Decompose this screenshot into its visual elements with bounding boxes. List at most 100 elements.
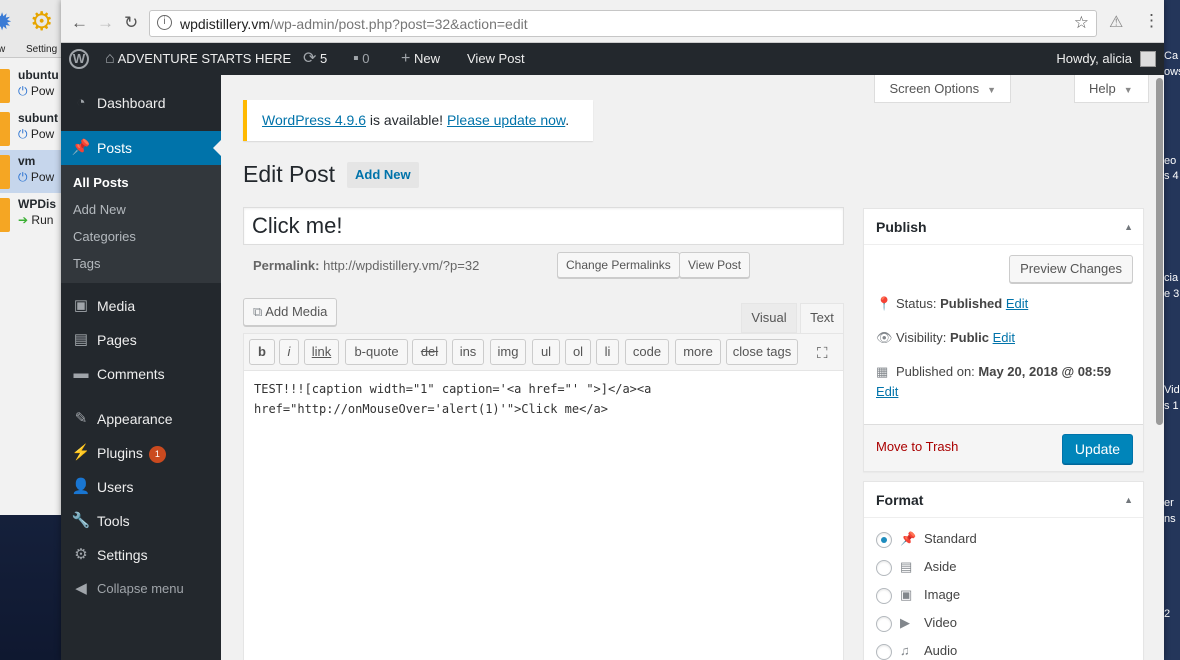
extension-icon[interactable]: ⚠ — [1109, 12, 1123, 32]
vm-toolbar: ✹ w ⚙ Setting — [0, 0, 61, 58]
vm-list-item[interactable]: subunt ⏻ Pow — [0, 107, 61, 150]
vm-list-item[interactable]: WPDis ➔ Run — [0, 193, 61, 236]
edit-visibility-link[interactable]: Edit — [993, 330, 1015, 345]
page-scrollbar[interactable] — [1155, 75, 1164, 425]
submenu-add-new[interactable]: Add New — [61, 196, 221, 223]
sidebar-item-appearance[interactable]: ✎ Appearance — [61, 402, 221, 436]
media-icon: ⧉ — [253, 304, 263, 319]
add-new-button[interactable]: Add New — [347, 162, 419, 188]
new-content-link[interactable]: + New — [401, 43, 440, 75]
radio[interactable] — [876, 643, 892, 660]
image-icon: ▣ — [900, 587, 913, 602]
vm-list-item-selected[interactable]: vm ⏻ Pow — [0, 150, 61, 193]
sidebar-item-dashboard[interactable]: ◔ Dashboard — [61, 86, 221, 120]
browser-toolbar: ← → ↻ i wpdistillery.vm/wp-admin/post.ph… — [61, 0, 1164, 43]
qt-close-tags-button[interactable]: close tags — [726, 339, 798, 365]
site-name-link[interactable]: ⌂ ADVENTURE STARTS HERE — [105, 43, 291, 75]
power-icon: ⏻ — [18, 170, 28, 184]
view-post-button[interactable]: View Post — [679, 252, 751, 278]
sidebar-item-posts[interactable]: 📌 Posts — [61, 131, 221, 165]
info-icon[interactable]: i — [157, 15, 172, 30]
publish-box-header[interactable]: Publish ▲ — [864, 209, 1143, 245]
qt-code-button[interactable]: code — [625, 339, 669, 365]
qt-bold-button[interactable]: b — [249, 339, 275, 365]
qt-bquote-button[interactable]: b-quote — [345, 339, 408, 365]
permalink-url[interactable]: http://wpdistillery.vm/?p=32 — [323, 258, 479, 273]
tab-visual[interactable]: Visual — [741, 303, 797, 333]
screen-options-tab[interactable]: Screen Options ▼ — [874, 75, 1011, 103]
preview-changes-button[interactable]: Preview Changes — [1009, 255, 1133, 283]
pushpin-icon: 📌 — [71, 139, 91, 156]
help-tab[interactable]: Help ▼ — [1074, 75, 1149, 103]
radio[interactable] — [876, 615, 892, 632]
reload-icon[interactable]: ↻ — [124, 13, 138, 33]
address-bar[interactable]: i wpdistillery.vm/wp-admin/post.php?post… — [149, 10, 1097, 37]
bg-text: Ca — [1164, 50, 1179, 62]
posts-submenu: All Posts Add New Categories Tags — [61, 165, 221, 283]
submenu-all-posts[interactable]: All Posts — [61, 169, 221, 196]
aside-icon: ▤ — [900, 559, 913, 574]
scrollbar-thumb[interactable] — [1156, 78, 1163, 425]
updates-link[interactable]: ⟳ 5 — [303, 43, 327, 75]
qt-ins-button[interactable]: ins — [452, 339, 484, 365]
vm-status: ➔ Run — [18, 213, 54, 227]
post-title-input[interactable]: Click me! — [243, 207, 844, 245]
fullscreen-icon[interactable]: ⛶ — [817, 345, 828, 362]
submenu-categories[interactable]: Categories — [61, 223, 221, 250]
edit-status-link[interactable]: Edit — [1006, 296, 1028, 311]
tab-text[interactable]: Text — [800, 303, 844, 333]
qt-li-button[interactable]: li — [596, 339, 619, 365]
format-option-image[interactable]: ▣ Image — [876, 585, 960, 605]
collapse-menu-button[interactable]: ◀ Collapse menu — [61, 572, 221, 606]
qt-more-button[interactable]: more — [675, 339, 721, 365]
avatar[interactable] — [1140, 51, 1156, 67]
comments-link[interactable]: ▪ 0 — [353, 43, 370, 75]
status-row: 📍 Status: Published Edit — [876, 296, 1029, 311]
qt-img-button[interactable]: img — [490, 339, 526, 365]
qt-link-button[interactable]: link — [304, 339, 339, 365]
move-to-trash-link[interactable]: Move to Trash — [876, 439, 958, 454]
format-option-standard[interactable]: 📌 Standard — [876, 529, 977, 549]
qt-del-button[interactable]: del — [412, 339, 447, 365]
sidebar-item-plugins[interactable]: ⚡ Plugins 1 — [61, 436, 221, 470]
collapse-toggle-icon[interactable]: ▲ — [1124, 209, 1133, 245]
submenu-tags[interactable]: Tags — [61, 250, 221, 277]
back-icon[interactable]: ← — [71, 13, 88, 33]
wordpress-logo-icon[interactable]: W — [69, 49, 89, 69]
calendar-icon: ▦ — [876, 364, 889, 379]
format-option-video[interactable]: ▶ Video — [876, 613, 957, 633]
view-post-link[interactable]: View Post — [467, 43, 525, 75]
sidebar-item-users[interactable]: 👤 Users — [61, 470, 221, 504]
sidebar-item-pages[interactable]: ▤ Pages — [61, 323, 221, 357]
sidebar-item-comments[interactable]: ▬ Comments — [61, 357, 221, 391]
collapse-toggle-icon[interactable]: ▲ — [1124, 482, 1133, 518]
format-option-aside[interactable]: ▤ Aside — [876, 557, 957, 577]
add-media-button[interactable]: ⧉ Add Media — [243, 298, 338, 326]
version-link[interactable]: WordPress 4.9.6 — [262, 112, 366, 128]
sidebar-item-settings[interactable]: ⚙ Settings — [61, 538, 221, 572]
radio-selected[interactable] — [876, 531, 892, 548]
change-permalinks-button[interactable]: Change Permalinks — [557, 252, 680, 278]
bg-text: e 3 — [1164, 288, 1180, 300]
browser-menu-icon[interactable]: ⋮ — [1143, 11, 1160, 31]
qt-ol-button[interactable]: ol — [565, 339, 591, 365]
qt-italic-button[interactable]: i — [279, 339, 299, 365]
format-option-audio[interactable]: ♫ Audio — [876, 641, 957, 660]
vm-list-item[interactable]: ubuntu ⏻ Pow — [0, 64, 61, 107]
radio[interactable] — [876, 587, 892, 604]
settings-gear-icon[interactable]: ⚙ — [30, 6, 53, 37]
content-textarea[interactable]: TEST!!![caption width="1" caption='<a hr… — [244, 371, 843, 427]
new-vm-icon[interactable]: ✹ — [0, 8, 12, 37]
qt-ul-button[interactable]: ul — [532, 339, 560, 365]
sidebar-item-media[interactable]: ▣ Media — [61, 289, 221, 323]
howdy-user[interactable]: Howdy, alicia — [1056, 43, 1132, 75]
update-button[interactable]: Update — [1062, 434, 1133, 464]
forward-icon[interactable]: → — [97, 13, 114, 33]
format-box-header[interactable]: Format ▲ — [864, 482, 1143, 518]
edit-date-link[interactable]: Edit — [876, 384, 898, 399]
update-now-link[interactable]: Please update now — [447, 112, 565, 128]
radio[interactable] — [876, 559, 892, 576]
vm-status: ⏻ Pow — [18, 127, 55, 141]
sidebar-item-tools[interactable]: 🔧 Tools — [61, 504, 221, 538]
bookmark-star-icon[interactable]: ☆ — [1074, 13, 1089, 33]
